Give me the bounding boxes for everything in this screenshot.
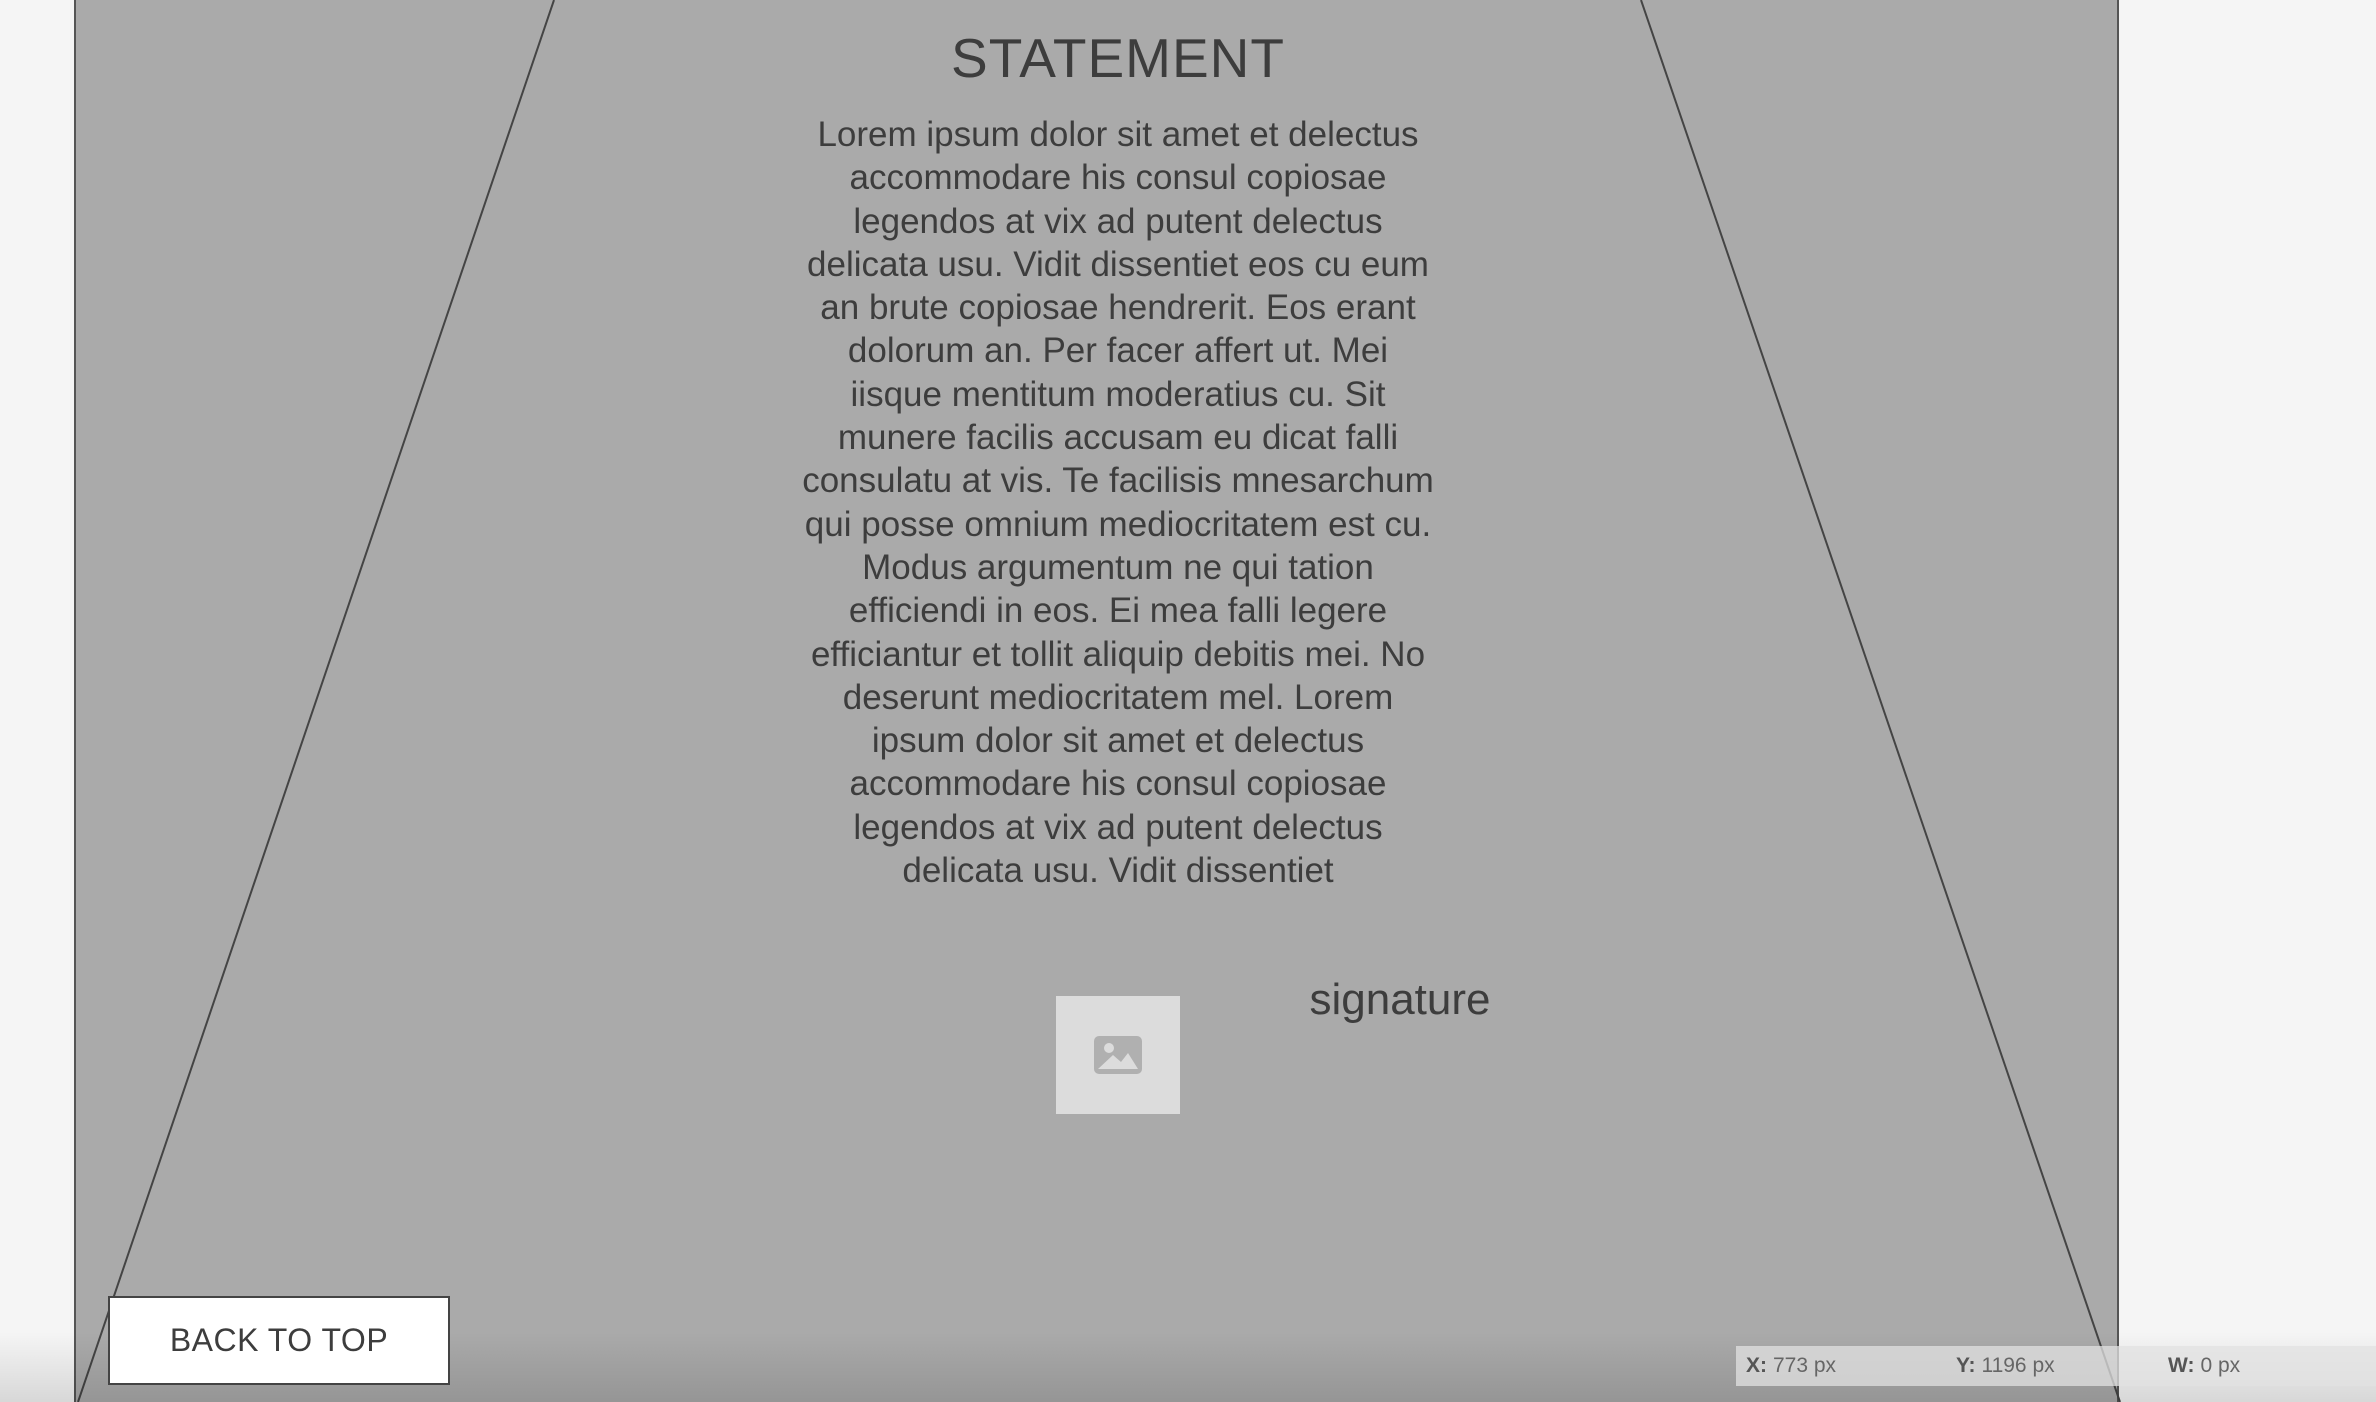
statement-body: Lorem ipsum dolor sit amet et delectus a…: [802, 115, 1434, 891]
x-coordinate: X: 773 px: [1746, 1346, 1836, 1386]
y-label: Y:: [1956, 1354, 1976, 1377]
x-value: 773 px: [1773, 1354, 1837, 1377]
page-canvas: STATEMENT Lorem ipsum dolor sit amet et …: [0, 0, 2376, 1402]
coordinate-readout: X: 773 px Y: 1196 px W: 0 px: [1736, 1346, 2376, 1386]
w-label: W:: [2168, 1354, 2195, 1377]
signature-image: [1056, 996, 1180, 1114]
signature-label: signature: [1309, 975, 1491, 1024]
y-coordinate: Y: 1196 px: [1956, 1346, 2055, 1386]
back-to-top-button[interactable]: BACK TO TOP: [108, 1296, 450, 1385]
statement-title: STATEMENT: [951, 27, 1285, 89]
w-value: 0 px: [2200, 1354, 2241, 1377]
y-value: 1196 px: [1981, 1354, 2055, 1377]
image-placeholder-icon: [1094, 1036, 1142, 1074]
w-coordinate: W: 0 px: [2168, 1346, 2240, 1386]
x-label: X:: [1746, 1354, 1767, 1377]
